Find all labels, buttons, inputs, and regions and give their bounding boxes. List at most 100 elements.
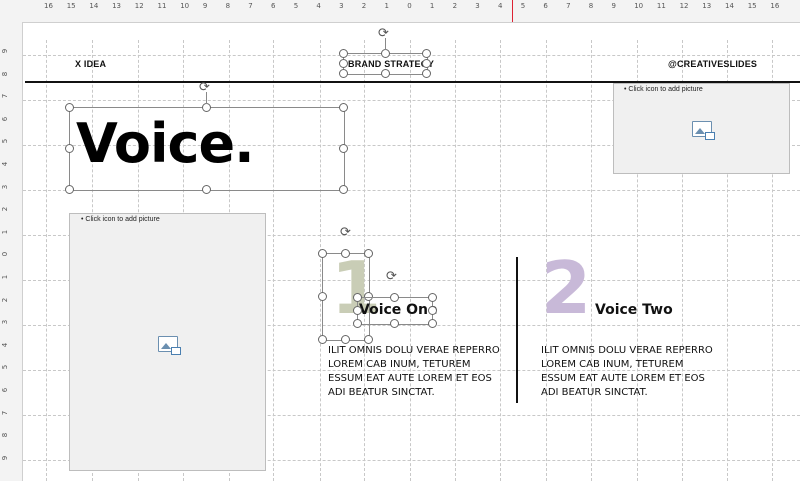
insert-picture-icon[interactable] [158,336,181,355]
ruler-tick-label: 4 [316,2,321,10]
ruler-tick-label: 12 [134,2,144,10]
resize-handle[interactable] [202,103,211,112]
ruler-tick-label: 4 [1,342,10,348]
ruler-tick-label: 13 [112,2,122,10]
ruler-tick-label: 6 [1,387,10,393]
resize-handle[interactable] [422,49,431,58]
resize-handle[interactable] [202,185,211,194]
ruler-tick-label: 2 [452,2,458,10]
ruler-tick-label: 6 [271,2,276,10]
ruler-tick-label: 3 [339,2,344,10]
placeholder-hint-label: Click icon to add picture [85,216,160,223]
ruler-tick-label: 11 [157,2,167,10]
ruler-tick-label: 3 [1,184,10,189]
ruler-tick-label: 6 [1,116,10,122]
resize-handle[interactable] [364,249,373,258]
resize-handle[interactable] [422,69,431,78]
title-selection-box[interactable] [69,107,345,191]
ruler-tick-label: 7 [566,2,571,10]
ruler-tick-label: 3 [1,319,10,325]
ruler-tick-label: 1 [384,2,389,10]
resize-handle[interactable] [381,49,390,58]
resize-handle[interactable] [428,306,437,315]
resize-handle[interactable] [65,185,74,194]
ruler-position-marker [512,0,513,22]
resize-handle[interactable] [428,293,437,302]
placeholder-hint-text: • Click icon to add picture [81,216,160,223]
rotate-handle-icon[interactable]: ⟳ [386,269,397,282]
vertical-ruler[interactable]: 9 8 7 6 5 4 3 2 1 0 1 2 3 4 5 6 7 8 9 [0,22,23,481]
ruler-tick-label: 4 [1,161,10,167]
ruler-tick-label: 8 [1,71,10,76]
resize-handle[interactable] [318,249,327,258]
ruler-tick-label: 5 [1,139,10,144]
voice-two-body[interactable]: ILIT OMNIS DOLU VERAE REPERRO LOREM CAB … [541,344,721,400]
ruler-tick-label: 9 [1,455,10,461]
placeholder-hint-label: Click icon to add picture [628,86,703,93]
resize-handle[interactable] [390,293,399,302]
ruler-tick-label: 15 [66,2,76,10]
ruler-tick-label: 5 [293,2,299,10]
voice-two-title[interactable]: Voice Two [595,302,673,318]
resize-handle[interactable] [339,59,348,68]
ruler-tick-label: 5 [1,365,10,370]
ruler-tick-label: 14 [89,2,99,10]
resize-handle[interactable] [353,293,362,302]
resize-handle[interactable] [65,144,74,153]
ruler-tick-label: 9 [611,2,616,10]
column-divider-line [516,257,518,403]
ruler-tick-label: 11 [656,2,666,10]
rotate-handle-icon[interactable]: ⟳ [378,26,389,39]
resize-handle[interactable] [381,69,390,78]
ruler-tick-label: 4 [498,2,503,10]
ruler-tick-label: 8 [588,2,594,10]
resize-handle[interactable] [318,292,327,301]
ruler-tick-label: 6 [543,2,548,10]
ruler-tick-label: 10 [634,2,644,10]
ruler-tick-label: 7 [248,2,253,10]
resize-handle[interactable] [422,59,431,68]
ruler-tick-label: 7 [1,93,10,99]
ruler-tick-label: 9 [202,2,208,10]
ruler-tick-label: 2 [361,2,367,10]
insert-picture-icon[interactable] [692,121,715,140]
ruler-tick-label: 10 [180,2,190,10]
ruler-tick-label: 13 [702,2,712,10]
ruler-tick-label: 1 [429,2,435,10]
ruler-tick-label: 9 [1,48,10,54]
resize-handle[interactable] [341,335,350,344]
resize-handle[interactable] [428,319,437,328]
ruler-tick-label: 15 [747,2,757,10]
ruler-tick-label: 8 [1,432,10,438]
resize-handle[interactable] [364,335,373,344]
voice-one-body[interactable]: ILIT OMNIS DOLU VERAE REPERRO LOREM CAB … [328,344,508,400]
placeholder-hint-text: • Click icon to add picture [624,86,703,93]
ruler-tick-label: 5 [520,2,526,10]
resize-handle[interactable] [341,249,350,258]
header-left-text[interactable]: X IDEA [75,59,106,69]
rotate-handle-icon[interactable]: ⟳ [199,80,210,93]
ruler-tick-label: 1 [1,229,10,235]
rotate-handle-icon[interactable]: ⟳ [340,225,351,238]
resize-handle[interactable] [65,103,74,112]
resize-handle[interactable] [339,49,348,58]
ruler-tick-label: 12 [679,2,689,10]
resize-handle[interactable] [339,69,348,78]
resize-handle[interactable] [318,335,327,344]
ruler-tick-label: 0 [1,252,10,257]
voice-two-number[interactable]: 2 [541,252,591,324]
resize-handle[interactable] [339,103,348,112]
ruler-tick-label: 0 [407,2,412,10]
header-right-text[interactable]: @CREATIVESLIDES [668,59,757,69]
ruler-tick-label: 2 [1,297,10,302]
resize-handle[interactable] [353,319,362,328]
ruler-tick-label: 3 [475,2,480,10]
resize-handle[interactable] [390,319,399,328]
ruler-tick-label: 2 [1,206,10,212]
horizontal-ruler[interactable]: 16 15 14 13 12 11 10 9 8 7 6 5 4 3 2 1 0 1 2 3 4 5 6 7 8 9 10 11 12 1… [0,0,800,23]
resize-handle[interactable] [353,306,362,315]
ruler-tick-label: 14 [725,2,734,10]
resize-handle[interactable] [339,185,348,194]
resize-handle[interactable] [339,144,348,153]
ruler-tick-label: 8 [225,2,231,10]
